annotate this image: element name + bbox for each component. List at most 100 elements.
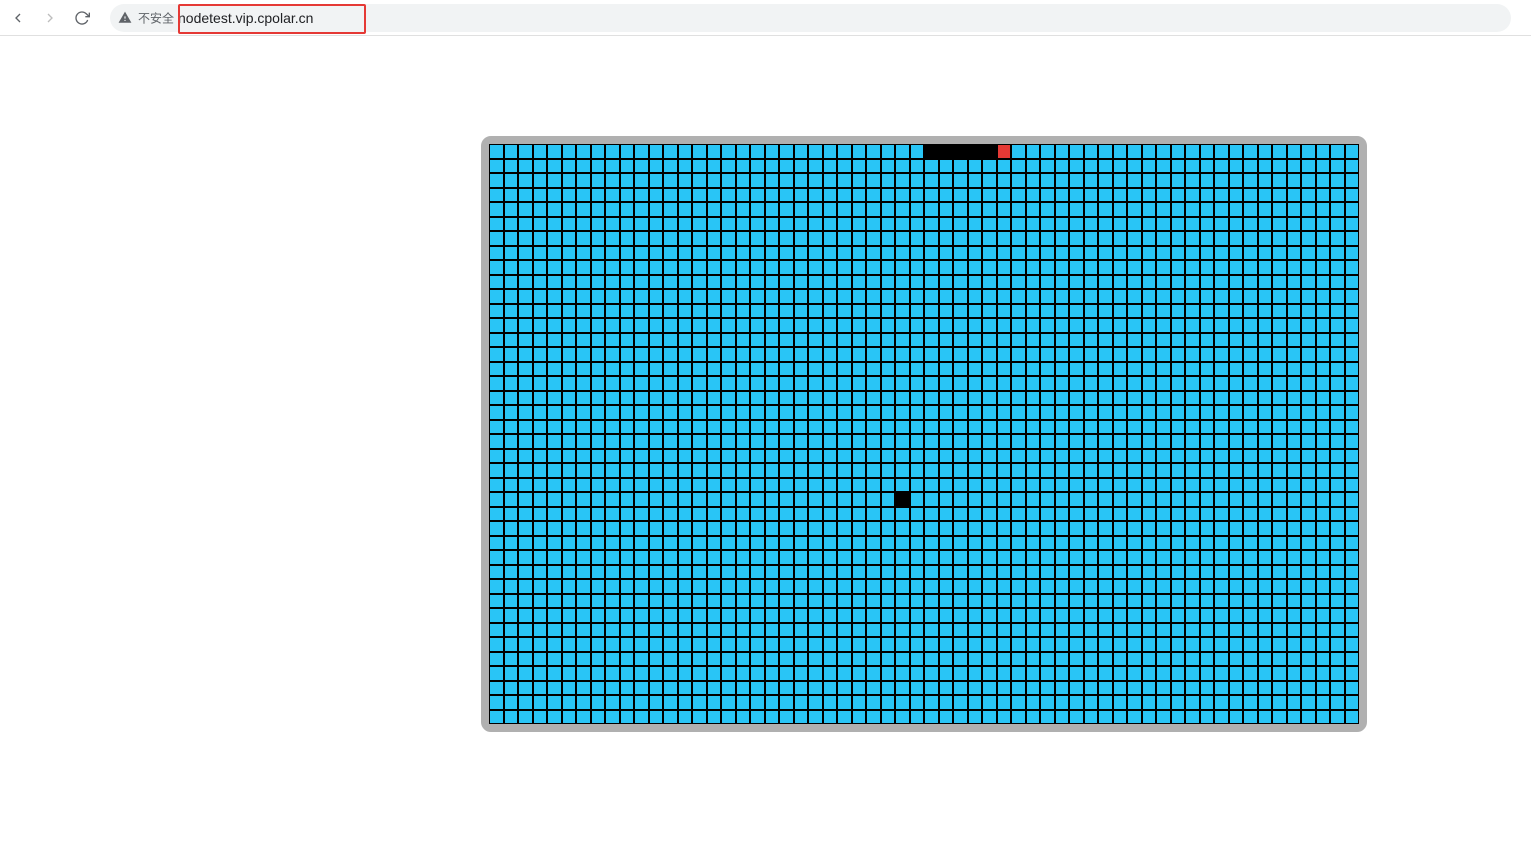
address-bar[interactable]: nodetest.vip.cpolar.cn [110, 4, 1511, 32]
grid-cell [1084, 405, 1099, 420]
grid-cell [881, 710, 896, 725]
grid-cell [692, 565, 707, 580]
grid-cell [591, 695, 606, 710]
grid-cell [1330, 362, 1345, 377]
grid-cell [1055, 217, 1070, 232]
grid-cell [649, 521, 664, 536]
grid-cell [1301, 652, 1316, 667]
grid-cell [1316, 231, 1331, 246]
grid-cell [910, 173, 925, 188]
grid-cell [605, 550, 620, 565]
grid-cell [1316, 536, 1331, 551]
grid-cell [1330, 521, 1345, 536]
grid-cell [1069, 217, 1084, 232]
grid-cell [1156, 710, 1171, 725]
grid-cell [881, 246, 896, 261]
grid-cell [1200, 144, 1215, 159]
grid-cell [895, 246, 910, 261]
grid-cell [779, 507, 794, 522]
grid-cell [649, 594, 664, 609]
grid-cell [533, 173, 548, 188]
grid-cell [576, 318, 591, 333]
grid-cell [692, 492, 707, 507]
grid-cell [707, 333, 722, 348]
security-badge[interactable]: 不安全 [118, 9, 174, 26]
grid-cell [1316, 710, 1331, 725]
back-button[interactable] [10, 10, 26, 26]
grid-cell [663, 521, 678, 536]
grid-cell [1055, 579, 1070, 594]
grid-cell [823, 521, 838, 536]
grid-cell [1258, 623, 1273, 638]
grid-cell [721, 333, 736, 348]
grid-cell [649, 159, 664, 174]
grid-cell [663, 666, 678, 681]
grid-cell [1156, 695, 1171, 710]
grid-cell [852, 710, 867, 725]
grid-cell [823, 579, 838, 594]
grid-cell [692, 550, 707, 565]
grid-cell [489, 681, 504, 696]
grid-cell [1011, 173, 1026, 188]
grid-cell [634, 260, 649, 275]
grid-cell [1156, 579, 1171, 594]
grid-cell [968, 391, 983, 406]
grid-cell [881, 231, 896, 246]
grid-cell [533, 347, 548, 362]
grid-cell [779, 376, 794, 391]
grid-cell [1055, 304, 1070, 319]
grid-cell [562, 449, 577, 464]
snake-game-board[interactable] [481, 136, 1367, 732]
grid-cell [707, 318, 722, 333]
grid-cell [736, 652, 751, 667]
grid-cell [562, 550, 577, 565]
grid-cell [649, 565, 664, 580]
grid-cell [939, 608, 954, 623]
grid-cell [591, 347, 606, 362]
grid-cell [634, 188, 649, 203]
grid-cell [591, 173, 606, 188]
grid-cell [576, 623, 591, 638]
grid-cell [692, 449, 707, 464]
grid-cell [1098, 492, 1113, 507]
grid-cell [1200, 507, 1215, 522]
grid-cell [1040, 159, 1055, 174]
grid-cell [1287, 449, 1302, 464]
grid-cell [1330, 637, 1345, 652]
grid-cell [1055, 507, 1070, 522]
grid-cell [649, 391, 664, 406]
grid-cell [779, 695, 794, 710]
grid-cell [779, 550, 794, 565]
grid-cell [504, 550, 519, 565]
grid-cell [620, 188, 635, 203]
grid-cell [504, 478, 519, 493]
grid-cell [1243, 304, 1258, 319]
grid-cell [518, 347, 533, 362]
grid-cell [1200, 318, 1215, 333]
reload-button[interactable] [74, 10, 90, 26]
forward-button[interactable] [42, 10, 58, 26]
grid-cell [1200, 579, 1215, 594]
grid-cell [837, 347, 852, 362]
grid-cell [953, 637, 968, 652]
grid-cell [1069, 304, 1084, 319]
grid-cell [678, 376, 693, 391]
grid-cell [881, 391, 896, 406]
grid-cell [1084, 246, 1099, 261]
grid-cell [620, 449, 635, 464]
grid-cell [750, 159, 765, 174]
grid-cell [1258, 347, 1273, 362]
grid-cell [489, 289, 504, 304]
grid-cell [736, 159, 751, 174]
grid-cell [1185, 405, 1200, 420]
grid-cell [1156, 420, 1171, 435]
grid-cell [678, 405, 693, 420]
grid-cell [620, 608, 635, 623]
grid-cell [968, 173, 983, 188]
grid-cell [866, 434, 881, 449]
grid-cell [794, 478, 809, 493]
grid-cell [692, 159, 707, 174]
grid-cell [1345, 188, 1360, 203]
grid-cell [605, 710, 620, 725]
grid-cell [518, 275, 533, 290]
